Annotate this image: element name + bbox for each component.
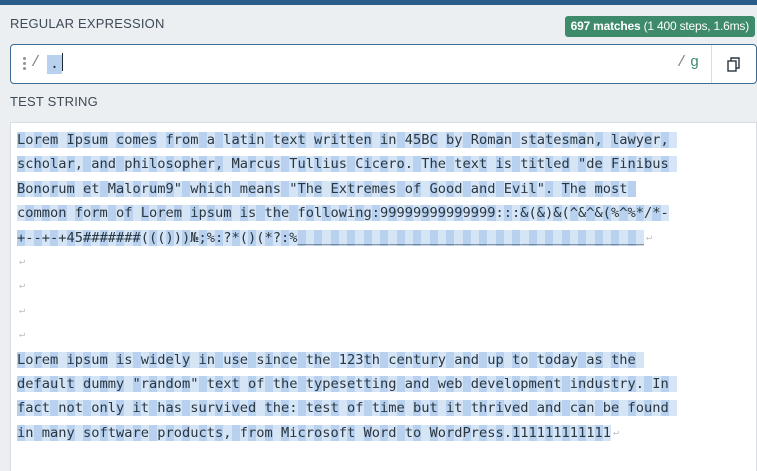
test-string-line: in many software products, from Microsof…	[17, 424, 620, 441]
test-string-line: ↵	[17, 323, 756, 347]
top-bar	[0, 0, 757, 5]
match-info-badge: 697 matches (1 400 steps, 1.6ms)	[564, 16, 755, 37]
test-string-line: fact not only it has survived the: test …	[17, 396, 756, 420]
test-string-line: Bonorum et Malorum9" which means "The Ex…	[17, 177, 756, 201]
newline-marker-icon: ↵	[19, 280, 26, 292]
match-count: 697 matches	[570, 19, 641, 33]
regex-open-delimiter: /	[31, 54, 41, 71]
test-string-line: ↵	[17, 250, 756, 274]
newline-marker-icon: ↵	[19, 329, 26, 341]
regex-close-delimiter: /	[676, 54, 686, 71]
test-string-line: default dummy "random" text of the types…	[17, 372, 756, 396]
regex-input[interactable]: .	[47, 53, 647, 75]
match-steps: (1 400 steps, 1.6ms)	[643, 19, 750, 33]
test-string-line: ↵	[17, 274, 756, 298]
test-string-editor[interactable]: Lorem Ipsum comes from a latin text writ…	[10, 122, 757, 471]
text-caret	[62, 53, 64, 71]
test-string-line: Lorem Ipsum comes from a latin text writ…	[17, 128, 756, 152]
newline-marker-icon: ↵	[19, 255, 26, 267]
newline-marker-icon: ↵	[646, 231, 653, 243]
test-string-line: +--+-+45#######((()))№;%:?*()(*?:%______…	[17, 229, 653, 246]
test-string-line: ↵	[17, 299, 756, 323]
copy-regex-button[interactable]	[711, 45, 756, 83]
flavor-menu-icon[interactable]	[23, 57, 27, 71]
regex-flags[interactable]: g	[690, 54, 699, 71]
newline-marker-icon: ↵	[613, 426, 620, 438]
regex-close-delimiter-with-flags[interactable]: / g	[677, 54, 699, 71]
newline-marker-icon: ↵	[19, 304, 26, 316]
regex-pattern: .	[47, 55, 63, 74]
test-string-line: common form of Lorem ipsum is the follow…	[17, 205, 669, 222]
test-string-line: scholar, and philosopher, Marcus Tullius…	[17, 152, 756, 176]
copy-icon	[727, 56, 740, 72]
test-string-label: TEST STRING	[10, 94, 98, 109]
test-string-line: Lorem ipsum is widely in use since the 1…	[17, 348, 756, 372]
regex-editor[interactable]: / . / g	[10, 44, 757, 84]
regex-section-label: REGULAR EXPRESSION	[10, 16, 165, 31]
